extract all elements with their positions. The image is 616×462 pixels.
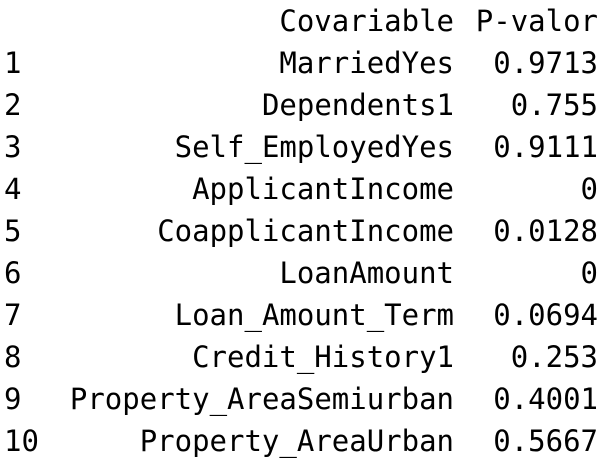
- row-index: 8: [4, 340, 22, 374]
- table-row: 5 CoapplicantIncome 0.0128: [0, 210, 616, 252]
- table-row: 4 ApplicantIncome 0: [0, 168, 616, 210]
- row-index: 3: [4, 130, 22, 164]
- table-row: 10 Property_AreaUrban 0.5667: [0, 420, 616, 462]
- row-index: 4: [4, 172, 22, 206]
- table-row: 8 Credit_History1 0.253: [0, 336, 616, 378]
- console-output: Covariable P-valor 1 MarriedYes 0.9713 2…: [0, 0, 616, 460]
- row-p-valor: 0.5667: [493, 424, 598, 458]
- row-covariable: Loan_Amount_Term: [174, 298, 454, 332]
- row-index: 5: [4, 214, 22, 248]
- row-p-valor: 0.0694: [493, 298, 598, 332]
- row-p-valor: 0.253: [510, 340, 598, 374]
- table-row: 7 Loan_Amount_Term 0.0694: [0, 294, 616, 336]
- row-covariable: LoanAmount: [279, 256, 454, 290]
- row-covariable: Dependents1: [261, 88, 454, 122]
- row-index: 1: [4, 46, 22, 80]
- row-covariable: Credit_History1: [192, 340, 454, 374]
- table-row: 1 MarriedYes 0.9713: [0, 42, 616, 84]
- table-header-row: Covariable P-valor: [0, 0, 616, 42]
- row-p-valor: 0.755: [510, 88, 598, 122]
- column-header-p-valor: P-valor: [475, 4, 598, 38]
- row-covariable: Property_AreaSemiurban: [69, 382, 454, 416]
- row-covariable: CoapplicantIncome: [157, 214, 454, 248]
- row-covariable: MarriedYes: [279, 46, 454, 80]
- table-row: 9 Property_AreaSemiurban 0.4001: [0, 378, 616, 420]
- row-index: 7: [4, 298, 22, 332]
- row-index: 2: [4, 88, 22, 122]
- table-row: 3 Self_EmployedYes 0.9111: [0, 126, 616, 168]
- table-row: 6 LoanAmount 0: [0, 252, 616, 294]
- table-row: 2 Dependents1 0.755: [0, 84, 616, 126]
- row-covariable: Property_AreaUrban: [139, 424, 454, 458]
- row-covariable: ApplicantIncome: [192, 172, 454, 206]
- row-p-valor: 0: [580, 256, 598, 290]
- column-header-covariable: Covariable: [279, 4, 454, 38]
- row-covariable: Self_EmployedYes: [174, 130, 454, 164]
- row-index: 9: [4, 382, 22, 416]
- row-p-valor: 0.4001: [493, 382, 598, 416]
- row-p-valor: 0.0128: [493, 214, 598, 248]
- row-p-valor: 0.9713: [493, 46, 598, 80]
- row-index: 10: [4, 424, 39, 458]
- row-p-valor: 0.9111: [493, 130, 598, 164]
- row-p-valor: 0: [580, 172, 598, 206]
- row-index: 6: [4, 256, 22, 290]
